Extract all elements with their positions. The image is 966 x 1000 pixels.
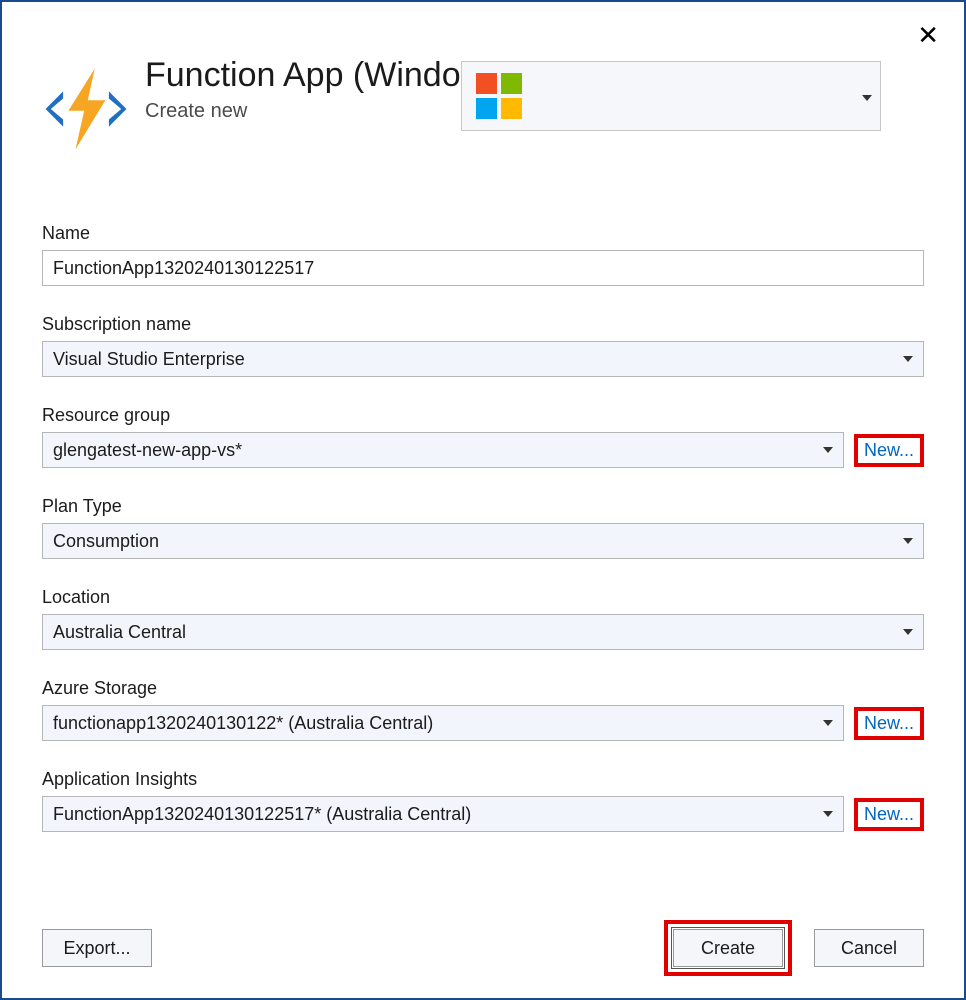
dialog-header: Function App (Windo Create new: [2, 2, 964, 153]
dialog-subtitle: Create new: [145, 100, 461, 123]
chevron-down-icon: [903, 356, 913, 362]
storage-select[interactable]: functionapp1320240130122* (Australia Cen…: [42, 705, 844, 741]
chevron-down-icon: [903, 538, 913, 544]
resource-group-label: Resource group: [42, 405, 924, 426]
chevron-down-icon: [823, 811, 833, 817]
plan-type-select[interactable]: Consumption: [42, 523, 924, 559]
app-insights-label: Application Insights: [42, 769, 924, 790]
create-button[interactable]: Create: [673, 929, 783, 967]
location-value: Australia Central: [53, 622, 186, 643]
app-insights-new-link[interactable]: New...: [854, 798, 924, 831]
subscription-select[interactable]: Visual Studio Enterprise: [42, 341, 924, 377]
resource-group-new-link[interactable]: New...: [854, 434, 924, 467]
chevron-down-icon: [823, 720, 833, 726]
app-insights-select[interactable]: FunctionApp1320240130122517* (Australia …: [42, 796, 844, 832]
plan-type-label: Plan Type: [42, 496, 924, 517]
storage-new-link[interactable]: New...: [854, 707, 924, 740]
resource-group-value: glengatest-new-app-vs*: [53, 440, 242, 461]
name-value: FunctionApp1320240130122517: [53, 258, 314, 279]
subscription-label: Subscription name: [42, 314, 924, 335]
chevron-down-icon: [903, 629, 913, 635]
app-insights-value: FunctionApp1320240130122517* (Australia …: [53, 804, 471, 825]
azure-functions-icon: [42, 65, 130, 153]
name-label: Name: [42, 223, 924, 244]
plan-type-value: Consumption: [53, 531, 159, 552]
cancel-button[interactable]: Cancel: [814, 929, 924, 967]
location-label: Location: [42, 587, 924, 608]
form-body: Name FunctionApp1320240130122517 Subscri…: [2, 153, 964, 832]
dialog-footer: Export... Create Cancel: [42, 920, 924, 976]
location-select[interactable]: Australia Central: [42, 614, 924, 650]
name-input[interactable]: FunctionApp1320240130122517: [42, 250, 924, 286]
chevron-down-icon: [862, 95, 872, 101]
create-function-app-dialog: ✕ Function App (Windo Create new Name: [0, 0, 966, 1000]
close-icon[interactable]: ✕: [917, 22, 939, 48]
resource-group-select[interactable]: glengatest-new-app-vs*: [42, 432, 844, 468]
storage-label: Azure Storage: [42, 678, 924, 699]
microsoft-logo-icon: [476, 73, 522, 119]
account-selector[interactable]: [461, 61, 881, 131]
dialog-title: Function App (Windo: [145, 57, 461, 94]
chevron-down-icon: [823, 447, 833, 453]
storage-value: functionapp1320240130122* (Australia Cen…: [53, 713, 433, 734]
export-button[interactable]: Export...: [42, 929, 152, 967]
subscription-value: Visual Studio Enterprise: [53, 349, 245, 370]
